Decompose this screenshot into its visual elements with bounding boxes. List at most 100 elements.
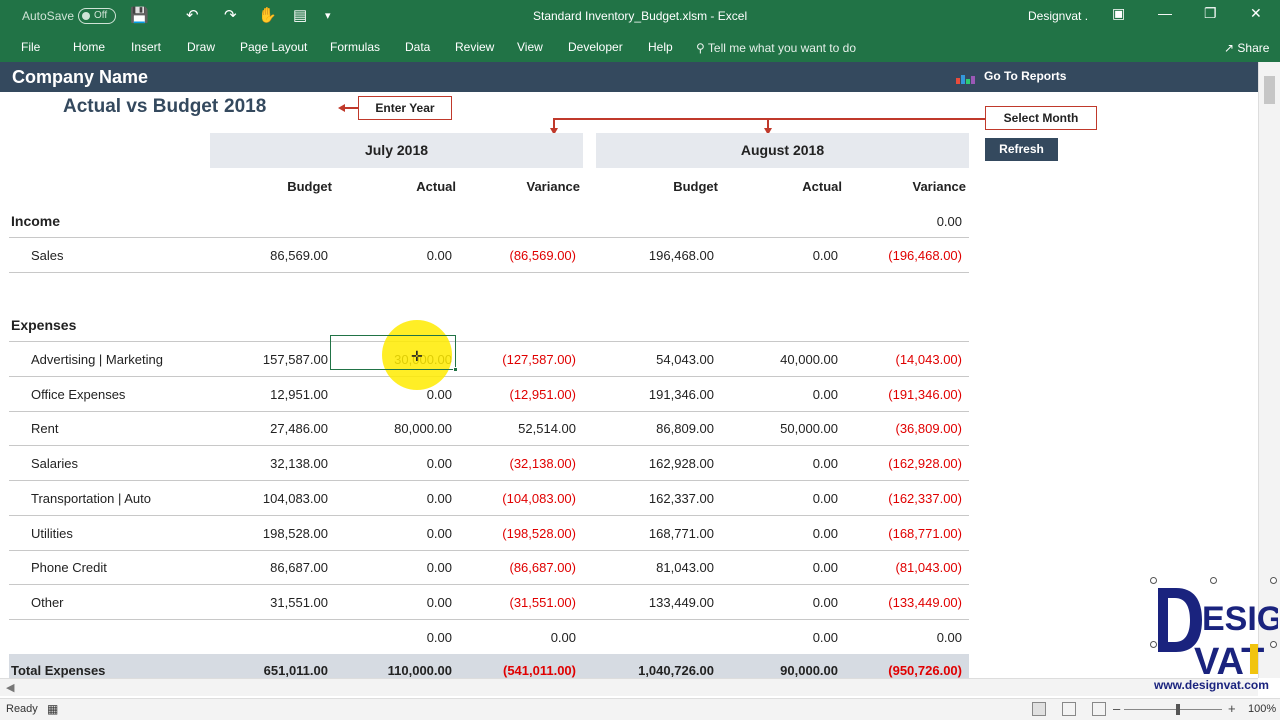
horizontal-scrollbar[interactable]: ◀ <box>0 678 1258 696</box>
income-row-cell[interactable]: 196,468.00 <box>594 248 714 263</box>
expense-row-cell[interactable]: 0.00 <box>718 526 838 541</box>
tab-data[interactable]: Data <box>405 40 430 54</box>
refresh-button[interactable]: Refresh <box>985 138 1058 161</box>
tab-formulas[interactable]: Formulas <box>330 40 380 54</box>
expense-row-cell[interactable]: 86,687.00 <box>208 560 328 575</box>
expense-row-cell[interactable]: 104,083.00 <box>208 491 328 506</box>
resize-handle[interactable] <box>1150 641 1157 648</box>
tab-insert[interactable]: Insert <box>131 40 161 54</box>
year-cell[interactable]: 2018 <box>224 96 266 118</box>
expense-row-cell[interactable]: 32,138.00 <box>208 456 328 471</box>
expense-row-cell[interactable]: (36,809.00) <box>842 421 963 436</box>
expense-row-cell[interactable]: 0.00 <box>718 491 838 506</box>
total-expenses-cell[interactable]: (950,726.00) <box>842 663 962 678</box>
expense-row-cell[interactable]: 54,043.00 <box>594 352 714 367</box>
expense-row-cell[interactable]: 133,449.00 <box>594 595 714 610</box>
income-row-cell[interactable]: (196,468.00) <box>842 248 962 263</box>
total-expenses-cell[interactable]: (541,011.00) <box>456 663 576 678</box>
share-button[interactable]: ↗ Share <box>1224 41 1269 55</box>
user-name[interactable]: Designvat . <box>1028 9 1088 23</box>
resize-handle[interactable] <box>1210 577 1217 584</box>
active-cell[interactable] <box>330 335 458 372</box>
expense-row-cell[interactable]: 80,000.00 <box>332 421 452 436</box>
tab-help[interactable]: Help <box>648 40 673 54</box>
minimize-icon[interactable]: — <box>1158 5 1172 21</box>
tab-view[interactable]: View <box>517 40 543 54</box>
expense-row-cell[interactable]: 0.00 <box>332 595 452 610</box>
expense-row-cell[interactable]: 0.00 <box>332 526 452 541</box>
expense-row-cell[interactable]: 12,951.00 <box>208 387 328 402</box>
expense-row-cell[interactable]: (86,687.00) <box>456 560 577 575</box>
expense-row-cell[interactable]: (12,951.00) <box>456 387 577 402</box>
income-row-cell[interactable]: (86,569.00) <box>456 248 577 263</box>
expense-row-cell[interactable]: 81,043.00 <box>594 560 714 575</box>
total-expenses-cell[interactable]: 1,040,726.00 <box>594 663 714 678</box>
tell-me-search[interactable]: ⚲ Tell me what you want to do <box>696 41 856 55</box>
tab-file[interactable]: File <box>21 40 40 54</box>
resize-handle[interactable] <box>1270 641 1277 648</box>
expense-row-cell[interactable]: (162,337.00) <box>842 491 962 506</box>
go-to-reports-button[interactable]: Go To Reports <box>956 69 1066 84</box>
expense-row-cell[interactable]: 162,928.00 <box>594 456 714 471</box>
expense-row-cell[interactable]: (162,928.00) <box>842 456 962 471</box>
tab-page-layout[interactable]: Page Layout <box>240 40 307 54</box>
tab-review[interactable]: Review <box>455 40 494 54</box>
page-layout-view-icon[interactable] <box>1062 702 1076 716</box>
resize-handle[interactable] <box>1150 577 1157 584</box>
scroll-left-icon[interactable]: ◀ <box>6 681 14 694</box>
expense-row-cell[interactable]: (31,551.00) <box>456 595 577 610</box>
expense-row-cell[interactable]: 52,514.00 <box>456 421 576 436</box>
total-expenses-cell[interactable]: 651,011.00 <box>208 663 328 678</box>
total-expenses-cell[interactable]: 110,000.00 <box>332 663 452 678</box>
touch-mode-icon[interactable]: ✋ <box>258 6 277 24</box>
expense-row-cell[interactable]: (32,138.00) <box>456 456 577 471</box>
expense-row-cell[interactable]: 0.00 <box>456 630 576 645</box>
expense-row-cell[interactable]: (14,043.00) <box>842 352 963 367</box>
expense-row-cell[interactable]: 0.00 <box>332 560 452 575</box>
redo-icon[interactable]: ↷ <box>224 6 237 24</box>
expense-row-cell[interactable]: 198,528.00 <box>208 526 328 541</box>
month-selector-august[interactable]: August 2018 <box>596 133 969 168</box>
income-variance-total[interactable]: 0.00 <box>842 214 962 229</box>
worksheet[interactable]: Company Name Go To Reports Actual vs Bud… <box>0 62 1258 678</box>
income-row-cell[interactable]: 0.00 <box>332 248 452 263</box>
expense-row-cell[interactable]: 0.00 <box>718 630 838 645</box>
zoom-level[interactable]: 100% <box>1248 703 1276 715</box>
expense-row-cell[interactable]: 50,000.00 <box>718 421 838 436</box>
expense-row-cell[interactable]: 40,000.00 <box>718 352 838 367</box>
fill-handle[interactable] <box>453 367 458 372</box>
zoom-in-icon[interactable]: + <box>1228 701 1236 716</box>
expense-row-cell[interactable]: 27,486.00 <box>208 421 328 436</box>
zoom-slider[interactable] <box>1124 709 1222 710</box>
expense-row-cell[interactable]: (127,587.00) <box>456 352 576 367</box>
tab-home[interactable]: Home <box>73 40 105 54</box>
expense-row-cell[interactable]: (198,528.00) <box>456 526 576 541</box>
tab-developer[interactable]: Developer <box>568 40 623 54</box>
expense-row-cell[interactable]: 0.00 <box>718 595 838 610</box>
expense-row-cell[interactable]: 191,346.00 <box>594 387 714 402</box>
expense-row-cell[interactable]: (81,043.00) <box>842 560 963 575</box>
expense-row-cell[interactable]: 86,809.00 <box>594 421 714 436</box>
close-icon[interactable]: ✕ <box>1250 5 1262 22</box>
save-icon[interactable]: 💾 <box>130 6 149 24</box>
expense-row-cell[interactable]: 0.00 <box>332 491 452 506</box>
income-row-cell[interactable]: 0.00 <box>718 248 838 263</box>
expense-row-cell[interactable]: 0.00 <box>842 630 962 645</box>
expense-row-cell[interactable]: 157,587.00 <box>208 352 328 367</box>
expense-row-cell[interactable]: 168,771.00 <box>594 526 714 541</box>
macro-recording-icon[interactable]: ▦ <box>47 702 58 716</box>
expense-row-cell[interactable]: 162,337.00 <box>594 491 714 506</box>
income-row-cell[interactable]: 86,569.00 <box>208 248 328 263</box>
expense-row-cell[interactable]: 31,551.00 <box>208 595 328 610</box>
expense-row-cell[interactable]: (191,346.00) <box>842 387 962 402</box>
month-selector-july[interactable]: July 2018 <box>210 133 583 168</box>
vertical-scroll-thumb[interactable] <box>1264 76 1275 104</box>
undo-icon[interactable]: ↶ <box>186 6 199 24</box>
expense-row-cell[interactable]: 0.00 <box>332 630 452 645</box>
expense-row-cell[interactable]: (133,449.00) <box>842 595 962 610</box>
page-break-view-icon[interactable] <box>1092 702 1106 716</box>
customize-qat-icon[interactable]: ▾ <box>325 9 331 22</box>
expense-row-cell[interactable]: 0.00 <box>718 387 838 402</box>
expense-row-cell[interactable]: (168,771.00) <box>842 526 962 541</box>
resize-handle[interactable] <box>1270 577 1277 584</box>
